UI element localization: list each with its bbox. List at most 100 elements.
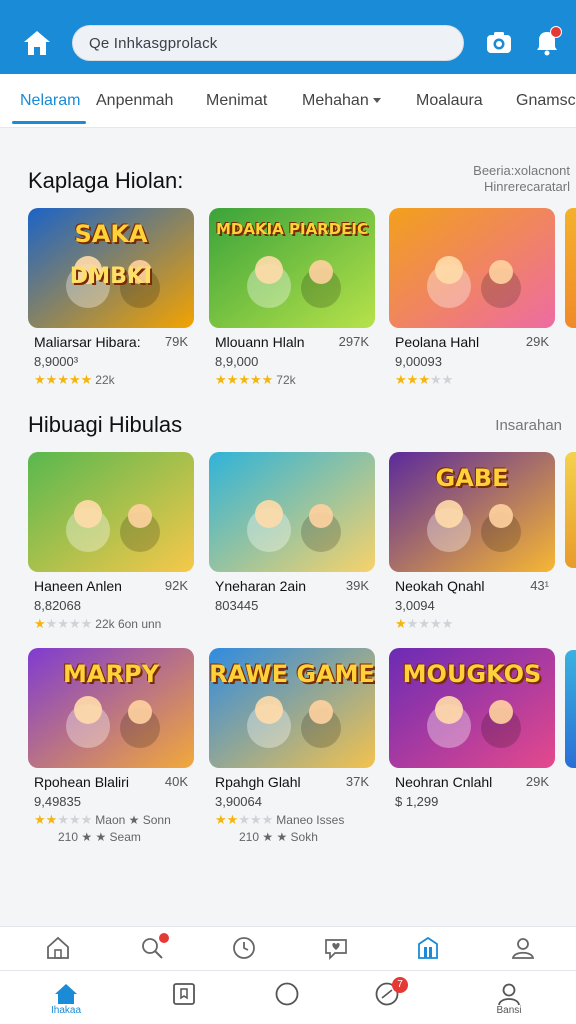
- game-card[interactable]: MDAKIA PIARDEIC Mlouann Hlaln 297K 8,9,000 ★…: [209, 208, 375, 388]
- chat-badge: 7: [392, 977, 408, 993]
- game-thumbnail[interactable]: MDAKIA PIARDEIC: [209, 208, 375, 328]
- star-icon: ★: [406, 372, 419, 387]
- game-rating: ★★★★★: [395, 616, 456, 632]
- game-title: Haneen Anlen: [34, 578, 122, 594]
- chat-heart-icon[interactable]: [323, 935, 349, 961]
- game-player-count: 29K: [525, 774, 549, 789]
- star-icon: ★: [429, 372, 442, 387]
- clock-icon[interactable]: [231, 935, 257, 961]
- search-input[interactable]: Qe Inhkasgprolack: [89, 35, 217, 52]
- star-icon: ★: [68, 812, 81, 827]
- nav-home-icon[interactable]: [53, 981, 79, 1007]
- star-icon: ★: [238, 372, 250, 387]
- profile-icon[interactable]: [496, 981, 522, 1007]
- notification-badge: [550, 26, 562, 38]
- game-rating: ★★★★★ Maneo Isses: [215, 812, 344, 828]
- tab-anpenmah[interactable]: Anpenmah: [96, 92, 173, 110]
- star-icon: ★: [226, 372, 239, 387]
- rating-text-secondary: 210 ★ ★ Seam: [58, 830, 141, 844]
- game-thumbnail[interactable]: [389, 208, 555, 328]
- home-icon[interactable]: [20, 26, 54, 60]
- tab-mehahan[interactable]: Mehahan: [302, 92, 381, 110]
- game-card[interactable]: Yneharan 2ain 39K 803445: [209, 452, 375, 632]
- rating-text: 72k: [276, 373, 296, 387]
- search-icon[interactable]: [139, 933, 169, 961]
- star-icon: ★: [418, 616, 430, 631]
- game-title: Neohran Cnlahl: [395, 774, 493, 790]
- bookmark-icon[interactable]: [171, 981, 197, 1007]
- game-player-count: 92K: [164, 578, 188, 593]
- nav-home-label[interactable]: Ihakaa: [36, 1005, 96, 1016]
- star-icon: ★: [34, 616, 46, 631]
- rating-text: 22k: [95, 373, 115, 387]
- game-thumbnail[interactable]: SAKA DMBKI: [28, 208, 194, 328]
- circle-icon[interactable]: [274, 981, 300, 1007]
- game-downloads: 8,9,000: [215, 354, 259, 369]
- star-icon: ★: [249, 812, 262, 827]
- game-card-peek[interactable]: [565, 650, 576, 768]
- game-card[interactable]: Haneen Anlen 92K 8,82068 ★★★★★ 22k 6on unn: [28, 452, 194, 632]
- game-card[interactable]: Peolana Hahl 29K 9,00093 ★★★★★: [389, 208, 555, 388]
- game-rating: ★★★★★ 22k: [34, 372, 115, 388]
- star-icon: ★: [441, 616, 454, 631]
- section-link-popular[interactable]: Insarahan: [495, 418, 562, 434]
- bottom-navigation: Ihakaa 7 Bansi: [0, 970, 576, 1024]
- star-icon: ★: [68, 616, 81, 631]
- star-icon: ★: [215, 812, 227, 827]
- section-link-featured[interactable]: Beeria:xolacnont Hinrerecaratarl: [473, 163, 570, 195]
- game-downloads: 3,90064: [215, 794, 262, 809]
- game-rating: ★★★★★ 22k 6on unn: [34, 616, 161, 632]
- game-rating: ★★★★★: [395, 372, 456, 388]
- top-app-bar: Qe Inhkasgprolack: [0, 0, 576, 74]
- tab-menimat[interactable]: Menimat: [206, 92, 267, 110]
- game-card[interactable]: MARPY Rpohean Blaliri 40K 9,49835 ★★★★★ Maon …: [28, 648, 194, 844]
- game-title: Yneharan 2ain: [215, 578, 307, 594]
- game-thumbnail[interactable]: [209, 452, 375, 572]
- tab-moalaura[interactable]: Moalaura: [416, 92, 483, 110]
- game-thumbnail[interactable]: GABE: [389, 452, 555, 572]
- tab-gnamsc[interactable]: Gnamsc: [516, 92, 576, 110]
- game-thumbnail[interactable]: MARPY: [28, 648, 194, 768]
- star-icon: ★: [395, 616, 407, 631]
- star-icon: ★: [395, 372, 407, 387]
- star-icon: ★: [80, 616, 93, 631]
- tab-nelaram[interactable]: Nelaram: [20, 92, 80, 110]
- game-thumbnail[interactable]: MOUGKOS: [389, 648, 555, 768]
- game-card[interactable]: MOUGKOS Neohran Cnlahl 29K $ 1,299: [389, 648, 555, 828]
- rating-text-secondary: 210 ★ ★ Sokh: [239, 830, 318, 844]
- thumbnail-title-art: SAKA: [74, 220, 148, 248]
- rating-text: Maneo Isses: [276, 813, 345, 827]
- star-icon: ★: [45, 812, 58, 827]
- game-rating: ★★★★★ 72k: [215, 372, 296, 388]
- star-icon: ★: [68, 372, 81, 387]
- game-card[interactable]: SAKA DMBKI Maliarsar Hibara: 79K 8,9000³ ★★★★…: [28, 208, 194, 388]
- chevron-down-icon: [372, 98, 381, 104]
- game-downloads: 8,82068: [34, 598, 81, 613]
- category-tabs: Nelaram Anpenmah Menimat Mehahan Moalaur…: [0, 74, 576, 128]
- star-icon: ★: [249, 372, 262, 387]
- star-icon: ★: [418, 372, 430, 387]
- game-title: Maliarsar Hibara:: [34, 334, 141, 350]
- search-bar[interactable]: Qe Inhkasgprolack: [72, 25, 464, 61]
- game-thumbnail[interactable]: [28, 452, 194, 572]
- game-card[interactable]: GABE Neokah Qnahl 43¹ 3,0094 ★★★★★: [389, 452, 555, 632]
- game-title: Neokah Qnahl: [395, 578, 485, 594]
- nav-profile-label[interactable]: Bansi: [479, 1005, 539, 1016]
- chat-icon[interactable]: 7: [374, 977, 408, 1007]
- game-card[interactable]: RAWE GAME Rpahgh Glahl 37K 3,90064 ★★★★★ Mane…: [209, 648, 375, 844]
- star-icon: ★: [406, 616, 419, 631]
- store-icon[interactable]: [415, 935, 441, 961]
- game-title: Rpohean Blaliri: [34, 774, 129, 790]
- game-card-peek[interactable]: [565, 452, 576, 568]
- thumbnail-title-art: MOUGKOS: [402, 660, 542, 688]
- game-downloads: 3,0094: [395, 598, 435, 613]
- game-thumbnail[interactable]: RAWE GAME: [209, 648, 375, 768]
- camera-icon[interactable]: [484, 28, 514, 58]
- game-title: Rpahgh Glahl: [215, 774, 301, 790]
- home-outline-icon[interactable]: [45, 935, 71, 961]
- star-icon: ★: [34, 812, 46, 827]
- active-tab-indicator: [12, 121, 86, 124]
- notification-icon[interactable]: [532, 26, 562, 58]
- user-icon[interactable]: [510, 935, 536, 961]
- game-card-peek[interactable]: [565, 208, 576, 328]
